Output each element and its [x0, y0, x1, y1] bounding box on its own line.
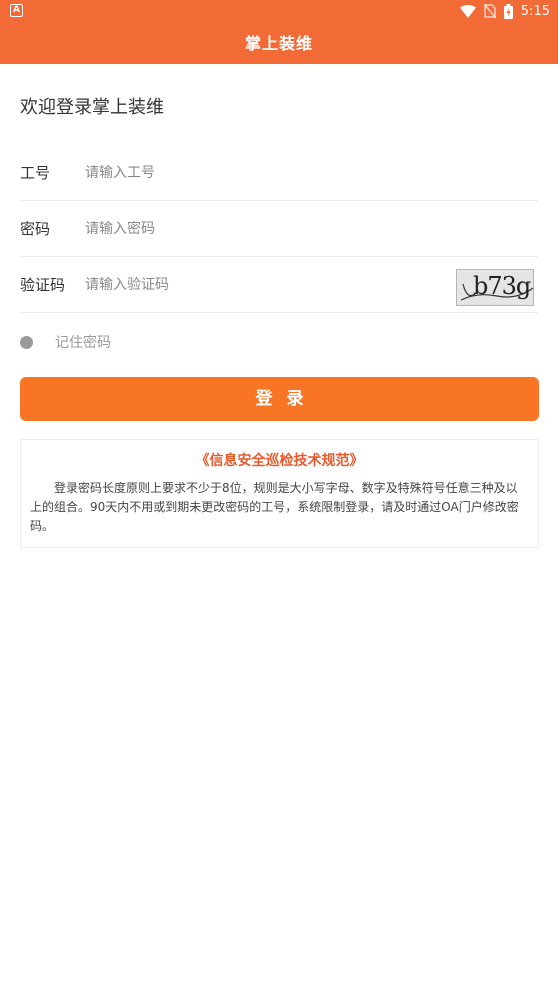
- captcha-image[interactable]: b73g: [456, 269, 534, 306]
- employee-id-row: 工号: [20, 145, 538, 201]
- page-title: 掌上装维: [244, 34, 313, 53]
- employee-id-input[interactable]: [85, 164, 538, 181]
- remember-password-toggle[interactable]: 记住密码: [20, 332, 111, 352]
- captcha-row: 验证码 b73g: [20, 257, 538, 313]
- login-button[interactable]: 登录: [20, 377, 539, 421]
- app-bar: A 5:15 掌上装维: [0, 0, 558, 64]
- notification-a-icon: A: [10, 4, 23, 17]
- password-label: 密码: [20, 220, 51, 238]
- battery-charging-icon: [503, 3, 513, 19]
- wifi-icon: [459, 4, 476, 18]
- password-input[interactable]: [85, 220, 538, 237]
- no-sim-icon: [483, 4, 496, 18]
- status-bar: A 5:15: [0, 0, 558, 22]
- welcome-heading: 欢迎登录掌上装维: [20, 97, 164, 118]
- clock-time: 5:15: [520, 3, 550, 19]
- notice-title[interactable]: 《信息安全巡检技术规范》: [30, 450, 529, 470]
- captcha-text: b73g: [473, 272, 531, 300]
- employee-id-label: 工号: [20, 164, 51, 182]
- password-row: 密码: [20, 201, 538, 257]
- radio-dot-icon[interactable]: [20, 335, 33, 349]
- remember-password-label: 记住密码: [55, 335, 111, 351]
- security-notice: 《信息安全巡检技术规范》 登录密码长度原则上要求不少于8位，规则是大小写字母、数…: [20, 439, 539, 548]
- captcha-label: 验证码: [20, 276, 66, 294]
- status-right: 5:15: [459, 2, 550, 20]
- notice-body: 登录密码长度原则上要求不少于8位，规则是大小写字母、数字及特殊符号任意三种及以上…: [30, 481, 519, 533]
